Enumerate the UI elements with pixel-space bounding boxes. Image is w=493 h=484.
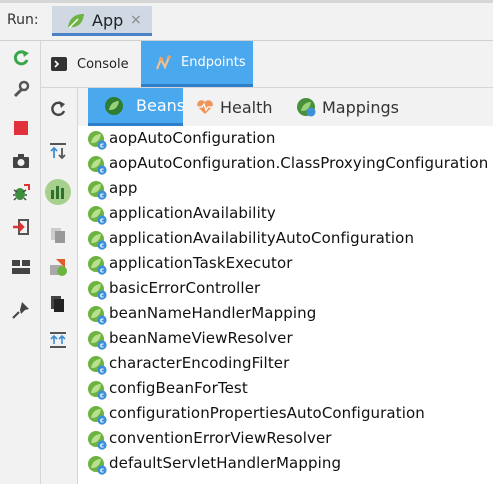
svg-text:c: c	[100, 367, 104, 375]
chart-icon[interactable]	[45, 179, 71, 205]
tab-console-label: Console	[77, 56, 129, 72]
heart-icon	[196, 99, 214, 115]
exit-icon[interactable]	[10, 216, 32, 238]
bean-class-icon: c	[87, 280, 107, 300]
bean-name: beanNameViewResolver	[109, 329, 293, 347]
list-item[interactable]: c configBeanForTest	[78, 377, 493, 402]
bean-name: basicErrorController	[109, 279, 261, 297]
svg-text:c: c	[100, 342, 104, 350]
run-label: Run:	[7, 12, 39, 28]
list-item[interactable]: c basicErrorController	[78, 277, 493, 302]
svg-text:c: c	[100, 217, 104, 225]
console-icon	[51, 57, 67, 71]
top-divider	[0, 0, 493, 3]
bean-name: configurationPropertiesAutoConfiguration	[109, 404, 425, 422]
bean-name: applicationAvailability	[109, 204, 276, 222]
tab-endpoints[interactable]: Endpoints	[141, 41, 253, 87]
left-toolbar	[0, 41, 41, 484]
spring-leaf-icon	[66, 12, 86, 34]
list-item[interactable]: c beanNameHandlerMapping	[78, 302, 493, 327]
endpoints-side-toolbar	[41, 88, 78, 484]
bean-name: app	[109, 179, 138, 197]
tab-beans[interactable]: Beans	[88, 88, 186, 126]
list-item[interactable]: c aopAutoConfiguration	[78, 127, 493, 152]
spring-mapping-icon	[296, 97, 316, 117]
list-item[interactable]: c applicationAvailabilityAutoConfiguratio…	[78, 227, 493, 252]
bean-name: applicationAvailabilityAutoConfiguration	[109, 229, 415, 247]
bean-class-icon: c	[87, 355, 107, 375]
beans-graph-icon[interactable]	[46, 255, 70, 279]
stop-icon[interactable]	[10, 117, 32, 139]
tab-console[interactable]: Console	[51, 41, 141, 87]
list-item[interactable]: c app	[78, 177, 493, 202]
svg-text:c: c	[100, 417, 104, 425]
svg-text:c: c	[100, 267, 104, 275]
bean-name: aopAutoConfiguration	[109, 129, 276, 147]
bean-class-icon: c	[87, 130, 107, 150]
expand-icon[interactable]	[46, 328, 70, 352]
svg-text:c: c	[100, 292, 104, 300]
bean-name: conventionErrorViewResolver	[109, 429, 332, 447]
bean-name: aopAutoConfiguration.ClassProxyingConfig…	[109, 154, 489, 172]
bean-class-icon: c	[87, 205, 107, 225]
svg-text:c: c	[100, 442, 104, 450]
bean-class-icon: c	[87, 380, 107, 400]
tab-health-label: Health	[220, 97, 273, 117]
bean-class-icon: c	[87, 230, 107, 250]
svg-text:c: c	[100, 467, 104, 475]
wrench-icon[interactable]	[10, 78, 32, 100]
list-item[interactable]: c defaultServletHandlerMapping	[78, 452, 493, 477]
bean-class-icon: c	[87, 305, 107, 325]
svg-text:c: c	[100, 142, 104, 150]
tab-app-label: App	[92, 11, 124, 30]
sort-icon[interactable]	[46, 139, 70, 163]
list-item[interactable]: c aopAutoConfiguration.ClassProxyingConfi…	[78, 152, 493, 177]
camera-icon[interactable]	[10, 150, 32, 172]
tab-beans-label: Beans	[136, 96, 186, 115]
list-item[interactable]: c beanNameViewResolver	[78, 327, 493, 352]
bean-class-icon: c	[87, 455, 107, 475]
endpoint-subtabs: Console Endpoints	[41, 41, 493, 88]
list-item[interactable]: c conventionErrorViewResolver	[78, 427, 493, 452]
list-item[interactable]: c applicationAvailability	[78, 202, 493, 227]
pages-icon[interactable]	[46, 292, 70, 316]
refresh-icon[interactable]	[46, 97, 70, 121]
tab-mappings[interactable]: Mappings	[296, 88, 406, 126]
svg-text:c: c	[100, 242, 104, 250]
list-item[interactable]: c applicationTaskExecutor	[78, 252, 493, 277]
rerun-icon[interactable]	[10, 47, 32, 69]
debug-bug-icon[interactable]	[10, 182, 32, 204]
svg-text:c: c	[100, 392, 104, 400]
bean-class-icon: c	[87, 155, 107, 175]
bean-name: characterEncodingFilter	[109, 354, 290, 372]
bean-class-icon: c	[87, 330, 107, 350]
list-item[interactable]: c characterEncodingFilter	[78, 352, 493, 377]
tab-mappings-label: Mappings	[322, 97, 399, 117]
endpoints-icon	[155, 54, 173, 71]
svg-text:c: c	[100, 167, 104, 175]
bean-name: configBeanForTest	[109, 379, 248, 397]
bean-class-icon: c	[87, 180, 107, 200]
beans-list: c aopAutoConfiguration c aopAutoConfigurati…	[78, 126, 493, 484]
tab-app[interactable]: App ×	[52, 6, 152, 36]
svg-text:c: c	[100, 192, 104, 200]
close-icon[interactable]: ×	[130, 12, 142, 28]
layout-icon[interactable]	[10, 256, 32, 278]
bean-class-icon: c	[87, 405, 107, 425]
tab-health[interactable]: Health	[196, 88, 276, 126]
pin-icon[interactable]	[10, 299, 32, 321]
bean-class-icon: c	[87, 255, 107, 275]
svg-text:c: c	[100, 317, 104, 325]
bean-class-icon: c	[87, 430, 107, 450]
bean-name: applicationTaskExecutor	[109, 254, 293, 272]
list-item[interactable]: c configurationPropertiesAutoConfiguratio…	[78, 402, 493, 427]
bean-name: beanNameHandlerMapping	[109, 304, 317, 322]
spring-bean-icon	[104, 96, 124, 116]
bean-name: defaultServletHandlerMapping	[109, 454, 342, 472]
copy-files-icon[interactable]	[46, 223, 70, 247]
tab-endpoints-label: Endpoints	[181, 55, 246, 70]
bean-tabs: Beans Health Mappings	[78, 88, 493, 126]
